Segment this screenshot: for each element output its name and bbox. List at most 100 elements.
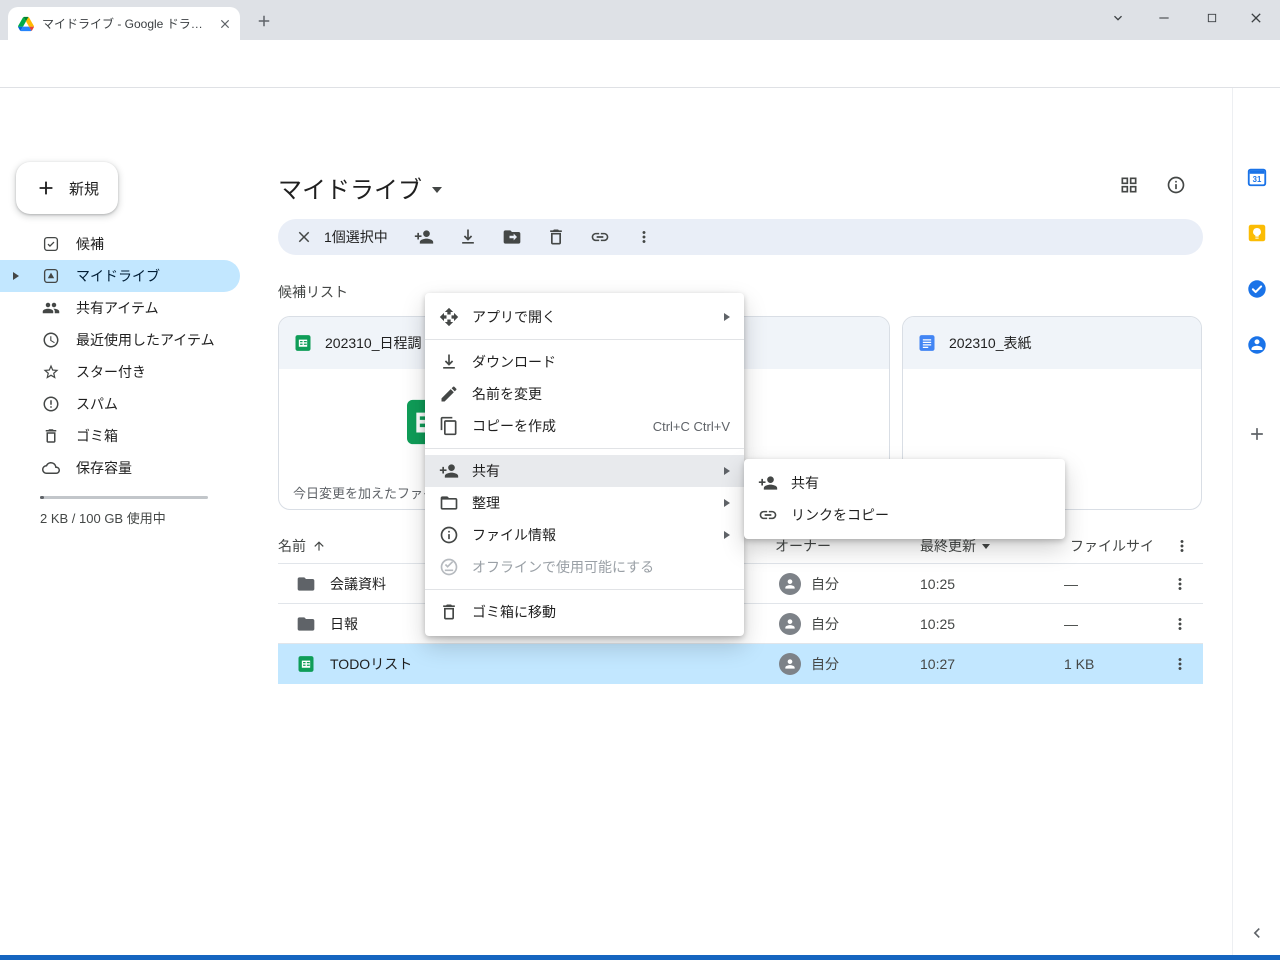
plus-icon <box>35 177 57 199</box>
sidebar-item-label: 保存容量 <box>76 458 132 478</box>
menu-item-organize[interactable]: 整理 <box>425 487 744 519</box>
menu-item-move-to-trash[interactable]: ゴミ箱に移動 <box>425 596 744 628</box>
move-selected-button[interactable] <box>494 219 530 255</box>
tab-search-button[interactable] <box>1098 3 1138 33</box>
chevron-down-icon <box>982 544 990 549</box>
tab-close-button[interactable] <box>218 17 232 31</box>
star-icon <box>42 363 60 381</box>
keep-button[interactable] <box>1245 221 1269 245</box>
collapse-panel-button[interactable] <box>1243 919 1271 947</box>
tasks-icon <box>1246 278 1268 300</box>
download-icon <box>439 352 459 372</box>
sidebar-item-storage[interactable]: 保存容量 <box>0 452 240 484</box>
maximize-icon <box>1204 10 1220 26</box>
person-add-icon <box>414 227 434 247</box>
plus-icon <box>255 12 273 30</box>
drive-header: ドライブ ドライブで検索 ECCS Cloud Mail Information… <box>0 88 1280 150</box>
page-title-dropdown[interactable]: マイドライブ <box>278 170 442 205</box>
menu-item-rename[interactable]: 名前を変更 <box>425 378 744 410</box>
grid-view-toggle-button[interactable] <box>1117 173 1141 197</box>
file-name: TODOリスト <box>330 644 412 684</box>
menu-item-file-info[interactable]: ファイル情報 <box>425 519 744 551</box>
menu-item-label: 共有 <box>791 473 819 493</box>
menu-item-label: コピーを作成 <box>472 416 556 436</box>
sidebar-item-label: ゴミ箱 <box>76 426 118 446</box>
sidebar-item-recent[interactable]: 最近使用したアイテム <box>0 324 240 356</box>
clear-selection-button[interactable] <box>286 219 322 255</box>
menu-item-make-copy[interactable]: コピーを作成 Ctrl+C Ctrl+V <box>425 410 744 442</box>
copy-icon <box>439 416 459 436</box>
submenu-arrow-icon <box>724 313 730 321</box>
trash-selected-button[interactable] <box>538 219 574 255</box>
column-header-name[interactable]: 名前 <box>278 528 326 564</box>
add-addon-button[interactable] <box>1245 422 1269 446</box>
selection-toolbar: 1個選択中 <box>278 219 1203 255</box>
trash-icon <box>42 427 60 445</box>
row-actions-button[interactable] <box>1162 644 1198 684</box>
my-drive-icon <box>42 267 60 285</box>
browser-toolbar: drive.google.com/drive/my-drive U <box>0 40 1280 88</box>
person-icon <box>783 657 797 671</box>
calendar-button[interactable] <box>1245 165 1269 189</box>
column-options-button[interactable] <box>1164 528 1200 564</box>
suggested-section-label: 候補リスト <box>278 282 348 302</box>
info-icon <box>439 525 459 545</box>
download-icon <box>458 227 478 247</box>
row-actions-button[interactable] <box>1162 564 1198 604</box>
close-icon <box>1248 10 1264 26</box>
menu-item-open-with[interactable]: アプリで開く <box>425 301 744 333</box>
sidebar-item-trash[interactable]: ゴミ箱 <box>0 420 240 452</box>
sidebar-item-starred[interactable]: スター付き <box>0 356 240 388</box>
submenu-item-copy-link[interactable]: リンクをコピー <box>744 499 1065 531</box>
sort-ascending-icon <box>312 539 326 553</box>
owner-avatar <box>779 604 801 644</box>
new-button-label: 新規 <box>69 178 99 199</box>
sidebar-item-suggested[interactable]: 候補 <box>0 228 240 260</box>
more-vertical-icon <box>1171 655 1189 673</box>
open-with-icon <box>439 307 459 327</box>
trash-icon <box>439 602 459 622</box>
folder-icon <box>439 493 459 513</box>
more-actions-button[interactable] <box>626 219 662 255</box>
window-maximize-button[interactable] <box>1192 3 1232 33</box>
contacts-button[interactable] <box>1245 333 1269 357</box>
file-owner: 自分 <box>811 604 839 644</box>
file-modified: 10:25 <box>920 604 955 644</box>
file-row-selected[interactable]: TODOリスト 自分 10:27 1 KB <box>278 644 1203 684</box>
copy-link-button[interactable] <box>582 219 618 255</box>
menu-item-label: 整理 <box>472 493 500 513</box>
sidebar-item-my-drive[interactable]: マイドライブ <box>0 260 240 292</box>
menu-item-label: ダウンロード <box>472 352 556 372</box>
folder-icon <box>296 604 316 644</box>
window-close-button[interactable] <box>1236 3 1276 33</box>
download-selected-button[interactable] <box>450 219 486 255</box>
submenu-item-share[interactable]: 共有 <box>744 467 1065 499</box>
column-header-size[interactable]: ファイルサイ <box>1070 528 1154 564</box>
page-title: マイドライブ <box>278 170 422 205</box>
tasks-button[interactable] <box>1245 277 1269 301</box>
column-label: オーナー <box>775 536 831 556</box>
more-vertical-icon <box>1173 537 1191 555</box>
share-submenu: 共有 リンクをコピー <box>744 459 1065 539</box>
submenu-arrow-icon <box>724 531 730 539</box>
sidebar-item-label: 共有アイテム <box>76 298 159 318</box>
menu-item-share[interactable]: 共有 <box>425 455 744 487</box>
window-minimize-button[interactable] <box>1144 3 1184 33</box>
details-panel-button[interactable] <box>1164 173 1188 197</box>
expand-caret-icon[interactable] <box>13 272 19 280</box>
file-modified: 10:25 <box>920 564 955 604</box>
browser-window: 31 マイドライブ - Google ドライブ drive.google.com… <box>0 0 1280 960</box>
share-selected-button[interactable] <box>406 219 442 255</box>
row-actions-button[interactable] <box>1162 604 1198 644</box>
file-owner: 自分 <box>811 564 839 604</box>
sidebar-item-spam[interactable]: スパム <box>0 388 240 420</box>
sidebar-item-shared[interactable]: 共有アイテム <box>0 292 240 324</box>
menu-item-label: リンクをコピー <box>791 505 889 525</box>
browser-tab[interactable]: マイドライブ - Google ドライブ <box>8 7 240 40</box>
new-tab-button[interactable] <box>252 9 276 33</box>
menu-item-download[interactable]: ダウンロード <box>425 346 744 378</box>
person-icon <box>783 577 797 591</box>
cloud-icon <box>42 459 60 477</box>
plus-icon <box>1247 424 1267 444</box>
new-button[interactable]: 新規 <box>16 162 118 214</box>
